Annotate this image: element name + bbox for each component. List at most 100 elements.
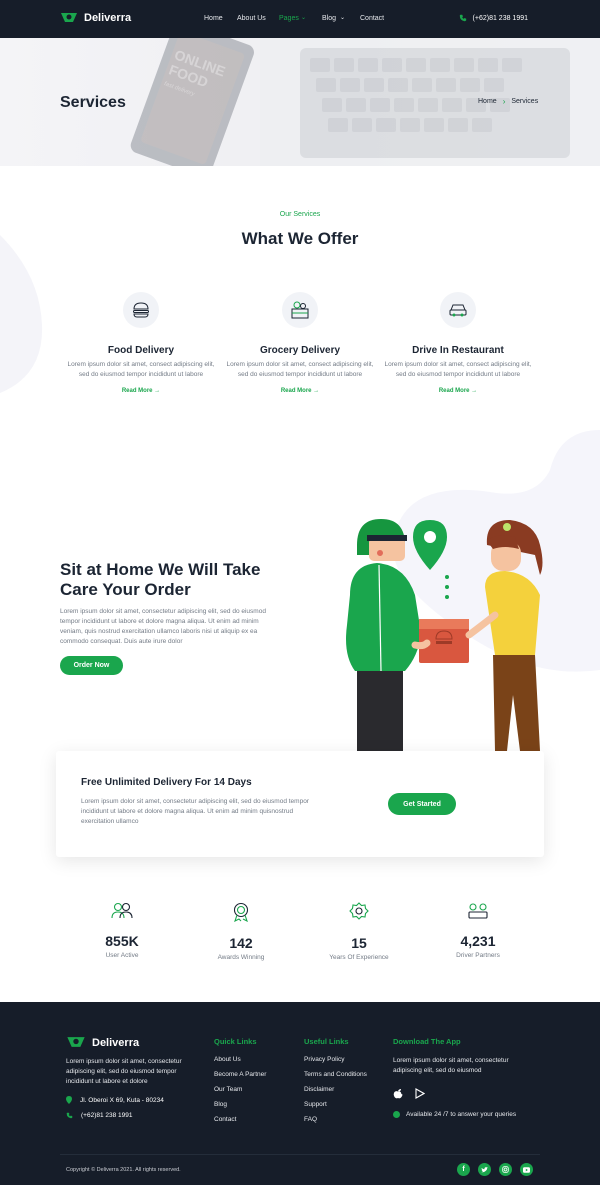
chevron-down-icon: ⌄ bbox=[301, 15, 307, 21]
footer-link-disclaimer[interactable]: Disclaimer bbox=[304, 1086, 367, 1093]
car-icon bbox=[449, 304, 467, 317]
header-phone[interactable]: (+62)81 238 1991 bbox=[459, 14, 528, 22]
order-now-button[interactable]: Order Now bbox=[60, 656, 123, 675]
footer-link-contact[interactable]: Contact bbox=[214, 1116, 266, 1123]
stat-value: 15 bbox=[351, 935, 367, 951]
footer-column-title: Download The App bbox=[393, 1037, 461, 1046]
service-card-title: Food Delivery bbox=[107, 345, 175, 356]
decorative-blob-left bbox=[0, 235, 43, 393]
service-card-text: Lorem ipsum dolor sit amet, consect adip… bbox=[384, 361, 532, 378]
banner-text: Lorem ipsum dolor sit amet, consectetur … bbox=[81, 798, 309, 825]
page-hero: ONLINE FOOD fast delivery Services Home … bbox=[0, 38, 600, 166]
google-play-icon[interactable] bbox=[415, 1088, 425, 1099]
chevron-down-icon: ⌄ bbox=[340, 15, 346, 21]
stat-awards: 142 Awards Winning bbox=[181, 902, 301, 961]
nav-home[interactable]: Home bbox=[204, 15, 223, 22]
footer-column-title: Useful Links bbox=[304, 1037, 349, 1046]
instagram-icon[interactable] bbox=[499, 1163, 512, 1176]
nav-pages[interactable]: Pages bbox=[279, 15, 299, 22]
stat-users: 855K User Active bbox=[62, 902, 182, 959]
youtube-icon[interactable] bbox=[520, 1163, 533, 1176]
arrow-right-icon: → bbox=[154, 388, 161, 394]
stat-drivers: 4,231 Driver Partners bbox=[418, 902, 538, 959]
service-card-grocery: Grocery Delivery Lorem ipsum dolor sit a… bbox=[225, 292, 375, 394]
copyright-text: Copyright © Deliverra 2021. All rights r… bbox=[66, 1167, 181, 1173]
stat-label: Awards Winning bbox=[217, 954, 265, 961]
footer-link-privacy[interactable]: Privacy Policy bbox=[304, 1056, 367, 1063]
footer-availability: Available 24 /7 to answer your queries bbox=[393, 1111, 533, 1118]
section-title: What We Offer bbox=[241, 229, 359, 248]
stat-label: User Active bbox=[105, 952, 139, 959]
drivers-icon bbox=[468, 903, 488, 919]
header-phone-number: (+62)81 238 1991 bbox=[472, 14, 528, 22]
service-icon-circle bbox=[440, 292, 476, 328]
breadcrumb-current: Services bbox=[511, 98, 539, 105]
footer-address: Jl. Oberoi X 69, Kuta - 80234 bbox=[66, 1096, 164, 1104]
phone-icon bbox=[66, 1112, 73, 1119]
footer-download-app: Download The App Lorem ipsum dolor sit a… bbox=[393, 1037, 533, 1118]
nav-blog[interactable]: Blog bbox=[322, 15, 336, 22]
footer-divider bbox=[60, 1154, 540, 1155]
read-more-link[interactable]: Read More → bbox=[225, 388, 375, 394]
footer-about-text: Lorem ipsum dolor sit amet, consectetur … bbox=[66, 1058, 182, 1085]
stat-label: Driver Partners bbox=[456, 952, 500, 959]
service-card-text: Lorem ipsum dolor sit amet, consect adip… bbox=[226, 361, 374, 378]
nav-about-us[interactable]: About Us bbox=[237, 15, 266, 22]
footer-link-faq[interactable]: FAQ bbox=[304, 1116, 367, 1123]
apple-icon[interactable] bbox=[393, 1088, 403, 1099]
free-delivery-banner: Free Unlimited Delivery For 14 Days Lore… bbox=[56, 751, 544, 857]
service-icon-circle bbox=[123, 292, 159, 328]
footer-brand-logo[interactable]: Deliverra bbox=[66, 1036, 139, 1049]
stat-value: 4,231 bbox=[460, 933, 496, 949]
footer: Deliverra Lorem ipsum dolor sit amet, co… bbox=[0, 1002, 600, 1185]
arrow-right-icon: → bbox=[313, 388, 320, 394]
footer-column-title: Quick Links bbox=[214, 1037, 257, 1046]
service-card-drive-in: Drive In Restaurant Lorem ipsum dolor si… bbox=[383, 292, 533, 394]
footer-link-our-team[interactable]: Our Team bbox=[214, 1086, 266, 1093]
arrow-right-icon: → bbox=[471, 388, 478, 394]
nav-contact[interactable]: Contact bbox=[360, 15, 384, 22]
promo-title: Sit at Home We Will Take Care Your Order bbox=[60, 560, 261, 599]
service-icon-circle bbox=[282, 292, 318, 328]
stat-label: Years Of Experience bbox=[329, 954, 389, 961]
phone-icon bbox=[459, 14, 466, 22]
logo-icon bbox=[61, 13, 77, 22]
brand-name: Deliverra bbox=[84, 12, 132, 24]
section-subtitle: Our Services bbox=[279, 211, 321, 218]
footer-link-blog[interactable]: Blog bbox=[214, 1101, 266, 1108]
award-icon bbox=[233, 902, 249, 923]
promo-text: Lorem ipsum dolor sit amet, consectetur … bbox=[60, 608, 266, 645]
breadcrumb-home[interactable]: Home bbox=[478, 98, 497, 105]
footer-link-terms[interactable]: Terms and Conditions bbox=[304, 1071, 367, 1078]
footer-link-support[interactable]: Support bbox=[304, 1101, 367, 1108]
stat-experience: 15 Years Of Experience bbox=[299, 902, 419, 961]
clock-icon bbox=[393, 1111, 400, 1118]
logo-icon bbox=[67, 1037, 85, 1047]
banner-title: Free Unlimited Delivery For 14 Days bbox=[81, 777, 252, 788]
brand-logo[interactable]: Deliverra bbox=[60, 12, 131, 24]
chevron-right-icon: › bbox=[502, 97, 506, 106]
users-icon bbox=[111, 902, 133, 919]
navbar: Deliverra Home About Us Pages ⌄ Blog ⌄ C… bbox=[0, 0, 600, 38]
stat-value: 855K bbox=[105, 933, 139, 949]
service-card-title: Drive In Restaurant bbox=[412, 345, 504, 356]
footer-useful-links: Useful Links Privacy Policy Terms and Co… bbox=[304, 1037, 367, 1131]
footer-phone[interactable]: (+62)81 238 1991 bbox=[66, 1112, 133, 1119]
location-pin-icon bbox=[66, 1096, 72, 1104]
read-more-link[interactable]: Read More → bbox=[66, 388, 216, 394]
get-started-button[interactable]: Get Started bbox=[388, 793, 456, 815]
app-store-links bbox=[393, 1088, 533, 1099]
breadcrumb: Home › Services bbox=[478, 97, 538, 106]
read-more-link[interactable]: Read More → bbox=[383, 388, 533, 394]
service-card-food: Food Delivery Lorem ipsum dolor sit amet… bbox=[66, 292, 216, 394]
delivery-illustration bbox=[346, 519, 543, 751]
twitter-icon[interactable] bbox=[478, 1163, 491, 1176]
footer-brand-name: Deliverra bbox=[92, 1036, 140, 1049]
facebook-icon[interactable]: f bbox=[457, 1163, 470, 1176]
page-title: Services bbox=[60, 94, 126, 111]
footer-app-text: Lorem ipsum dolor sit amet, consectetur … bbox=[393, 1057, 509, 1074]
footer-link-about-us[interactable]: About Us bbox=[214, 1056, 266, 1063]
footer-link-become-partner[interactable]: Become A Partner bbox=[214, 1071, 266, 1078]
badge-icon bbox=[349, 902, 369, 920]
footer-quick-links: Quick Links About Us Become A Partner Ou… bbox=[214, 1037, 266, 1131]
